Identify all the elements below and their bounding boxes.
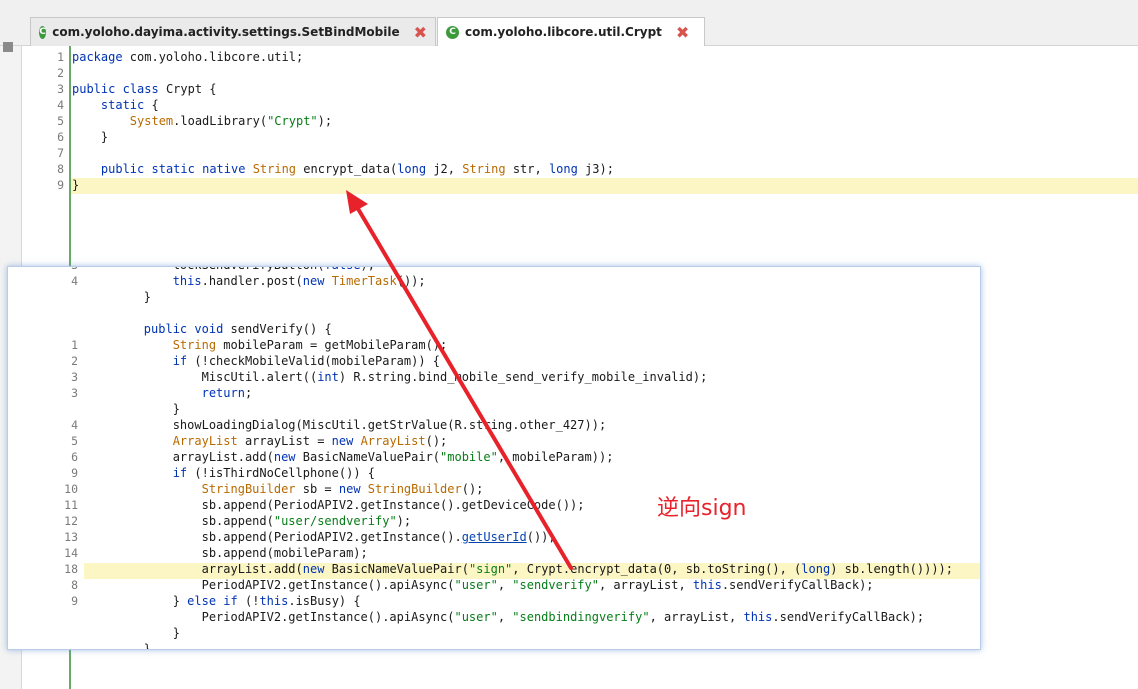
reverse-sign-annotation: 逆向sign bbox=[657, 496, 747, 521]
red-arrow-annotation bbox=[346, 190, 573, 570]
